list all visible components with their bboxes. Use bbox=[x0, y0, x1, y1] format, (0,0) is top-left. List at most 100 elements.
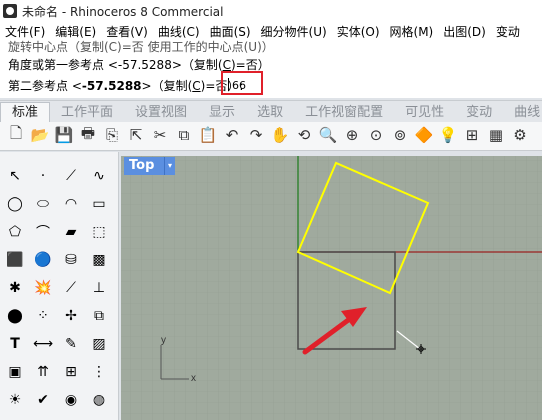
tab-standard[interactable]: 标准 bbox=[0, 102, 51, 123]
settings-icon[interactable]: ⚙ bbox=[510, 125, 530, 145]
command-prompt: 第二参考点 <-57.5288>（复制(C)=否）: bbox=[8, 77, 243, 94]
zoom-window-icon[interactable]: ⊕ bbox=[342, 125, 362, 145]
mesh-icon[interactable]: ▩ bbox=[89, 250, 109, 270]
line2-suffix: )=否） bbox=[230, 58, 270, 72]
trim-icon[interactable]: ⊥ bbox=[89, 278, 109, 298]
menu-bar: 文件(F) 编辑(E) 查看(V) 曲线(C) 曲面(S) 细分物件(U) 实体… bbox=[0, 22, 542, 40]
copy-object-icon[interactable]: ⧉ bbox=[89, 306, 109, 326]
text-icon[interactable]: T bbox=[5, 334, 25, 354]
properties-icon[interactable]: 🔶 bbox=[414, 125, 434, 145]
ellipse-icon[interactable]: ⬭ bbox=[33, 194, 53, 214]
menu-transform[interactable]: 变动 bbox=[491, 23, 525, 40]
export-icon[interactable]: ⇱ bbox=[126, 125, 146, 145]
menu-file[interactable]: 文件(F) bbox=[0, 23, 50, 40]
viewport-title-top[interactable]: Top bbox=[124, 157, 164, 175]
command-input[interactable] bbox=[232, 78, 258, 92]
axis-x-label: x bbox=[191, 373, 196, 384]
annotation-icon[interactable]: ✎ bbox=[61, 334, 81, 354]
layer-icon[interactable]: ▦ bbox=[486, 125, 506, 145]
box-solid-icon[interactable]: ⬛ bbox=[5, 250, 25, 270]
group-icon[interactable]: ⬤ bbox=[5, 306, 25, 326]
point-icon[interactable]: · bbox=[33, 166, 53, 186]
line2-option-key[interactable]: C bbox=[223, 58, 231, 72]
prompt-default-value: -57.5288 bbox=[81, 79, 142, 93]
tab-viewport-layout[interactable]: 工作视窗配置 bbox=[294, 103, 394, 123]
window-title: 未命名 - Rhinoceros 8 Commercial bbox=[22, 4, 224, 19]
boolean-icon[interactable]: ✱ bbox=[5, 278, 25, 298]
save-icon[interactable]: 💾 bbox=[54, 125, 74, 145]
arc-icon[interactable]: ◠ bbox=[61, 194, 81, 214]
rhino-app-icon bbox=[3, 4, 17, 18]
cut-icon[interactable]: ✂ bbox=[150, 125, 170, 145]
light-icon[interactable]: 💡 bbox=[438, 125, 458, 145]
polyline-icon[interactable]: ⟋ bbox=[61, 166, 81, 186]
undo-icon[interactable]: ↶ bbox=[222, 125, 242, 145]
menu-surface[interactable]: 曲面(S) bbox=[205, 23, 256, 40]
material-icon[interactable]: ◉ bbox=[61, 390, 81, 410]
menu-subd[interactable]: 细分物件(U) bbox=[256, 23, 332, 40]
import-icon[interactable]: ⎘ bbox=[102, 125, 122, 145]
viewport-canvas[interactable]: y x bbox=[121, 156, 542, 420]
array-icon[interactable]: ⋮ bbox=[89, 362, 109, 382]
zoom-selected-icon[interactable]: ⊚ bbox=[390, 125, 410, 145]
select-arrow-icon[interactable]: ↖ bbox=[5, 166, 25, 186]
tab-curve-tools[interactable]: 曲线 bbox=[503, 103, 542, 123]
four-viewports-icon[interactable]: ⊞ bbox=[462, 125, 482, 145]
circle-icon[interactable]: ◯ bbox=[5, 194, 25, 214]
open-folder-icon[interactable]: 📂 bbox=[30, 125, 50, 145]
grid-snap-icon[interactable]: ⊞ bbox=[61, 362, 81, 382]
surface-icon[interactable]: ▰ bbox=[61, 222, 81, 242]
extrude-icon[interactable]: ⬚ bbox=[89, 222, 109, 242]
rectangle-icon[interactable]: ▭ bbox=[89, 194, 109, 214]
copy-icon[interactable]: ⧉ bbox=[174, 125, 194, 145]
hatch-icon[interactable]: ▨ bbox=[89, 334, 109, 354]
curve-icon[interactable]: ∿ bbox=[89, 166, 109, 186]
menu-solid[interactable]: 实体(O) bbox=[332, 23, 385, 40]
rotate-view-icon[interactable]: ⟲ bbox=[294, 125, 314, 145]
split-icon[interactable]: ⟋ bbox=[61, 278, 81, 298]
print-icon[interactable]: 🖶 bbox=[78, 124, 98, 145]
command-history: 旋转中心点（复制(C)=否 使用工作的中心点(U)） 角度或第一参考点 <-57… bbox=[0, 40, 542, 98]
prompt-copy-option[interactable]: C bbox=[192, 79, 200, 93]
text-caret bbox=[228, 78, 229, 91]
paste-icon[interactable]: 📋 bbox=[198, 125, 218, 145]
redo-icon[interactable]: ↷ bbox=[246, 125, 266, 145]
tab-visibility[interactable]: 可见性 bbox=[394, 103, 455, 123]
cylinder-solid-icon[interactable]: ⛁ bbox=[61, 250, 81, 270]
tab-select[interactable]: 选取 bbox=[246, 103, 294, 123]
command-history-line-1: 旋转中心点（复制(C)=否 使用工作的中心点(U)） bbox=[8, 40, 274, 54]
fillet-curve-icon[interactable]: ⌒ bbox=[33, 222, 53, 242]
axis-y-label: y bbox=[161, 335, 166, 346]
ungroup-icon[interactable]: ⁘ bbox=[33, 306, 53, 326]
move-icon[interactable]: ✢ bbox=[61, 306, 81, 326]
environment-icon[interactable]: ◍ bbox=[89, 390, 109, 410]
pan-hand-icon[interactable]: ✋ bbox=[270, 125, 290, 145]
block-icon[interactable]: ▣ bbox=[5, 362, 25, 382]
polygon-icon[interactable]: ⬠ bbox=[5, 222, 25, 242]
tab-display[interactable]: 显示 bbox=[198, 103, 246, 123]
side-toolbar: ↖ · ⟋ ∿ ◯ ⬭ ◠ ▭ ⬠ ⌒ ▰ ⬚ ⬛ 🔵 ⛁ ▩ ✱ 💥 ⟋ ⊥ … bbox=[0, 152, 119, 420]
new-document-icon[interactable]: 🗋 bbox=[6, 124, 26, 145]
menu-view[interactable]: 查看(V) bbox=[101, 23, 153, 40]
zoom-icon[interactable]: 🔍 bbox=[318, 125, 338, 145]
prompt-middle: >（复制( bbox=[141, 79, 193, 93]
standard-toolbar: 🗋 📂 💾 🖶 ⎘ ⇱ ✂ ⧉ 📋 ↶ ↷ ✋ ⟲ 🔍 ⊕ ⊙ ⊚ 🔶 💡 ⊞ … bbox=[0, 122, 542, 151]
zoom-extents-icon[interactable]: ⊙ bbox=[366, 125, 386, 145]
sphere-solid-icon[interactable]: 🔵 bbox=[33, 250, 53, 270]
viewport-menu-chevron-icon[interactable]: ▾ bbox=[164, 157, 175, 175]
tab-transform[interactable]: 变动 bbox=[455, 103, 503, 123]
viewport-grid bbox=[121, 156, 542, 420]
top-viewport[interactable]: y x bbox=[121, 156, 542, 420]
menu-mesh[interactable]: 网格(M) bbox=[385, 23, 439, 40]
menu-drafting[interactable]: 出图(D) bbox=[438, 23, 491, 40]
dimension-icon[interactable]: ⟷ bbox=[33, 334, 53, 354]
menu-edit[interactable]: 编辑(E) bbox=[50, 23, 101, 40]
tab-cplanes[interactable]: 工作平面 bbox=[50, 103, 124, 123]
render-icon[interactable]: ☀ bbox=[5, 390, 25, 410]
tab-set-view[interactable]: 设置视图 bbox=[124, 103, 198, 123]
explode-icon[interactable]: 💥 bbox=[33, 278, 53, 298]
title-bar: 未命名 - Rhinoceros 8 Commercial bbox=[0, 0, 542, 23]
menu-curve[interactable]: 曲线(C) bbox=[153, 23, 205, 40]
analyze-icon[interactable]: ⇈ bbox=[33, 362, 53, 382]
check-icon[interactable]: ✔ bbox=[33, 390, 53, 410]
